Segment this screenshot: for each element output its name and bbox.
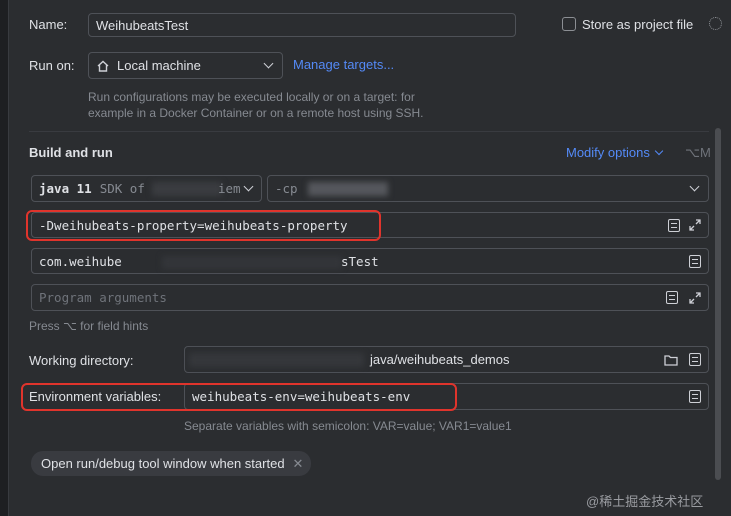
expand-text-icon[interactable]: [668, 219, 680, 232]
store-project-file-label[interactable]: Store as project file: [582, 17, 693, 32]
redacted-region: [162, 256, 342, 269]
chevron-down-icon: [654, 146, 664, 156]
home-icon: [97, 60, 109, 72]
working-directory-label: Working directory:: [29, 353, 134, 368]
classpath-select[interactable]: -cp: [267, 175, 709, 202]
expand-text-icon[interactable]: [666, 291, 678, 304]
expand-icon[interactable]: [689, 219, 701, 231]
environment-variables-hint: Separate variables with semicolon: VAR=v…: [184, 419, 512, 433]
close-icon[interactable]: ✕: [293, 456, 304, 472]
modify-options-label: Modify options: [566, 145, 650, 160]
name-label: Name:: [29, 17, 68, 32]
program-arguments-field[interactable]: Program arguments: [31, 284, 709, 311]
chevron-down-icon: [689, 181, 700, 192]
vertical-scrollbar[interactable]: [715, 128, 721, 480]
run-on-hint-line2: example in a Docker Container or on a re…: [88, 106, 424, 120]
run-on-value: Local machine: [117, 58, 201, 73]
expand-text-icon[interactable]: [689, 390, 701, 403]
left-panel-edge: [0, 0, 9, 516]
classpath-value: -cp: [275, 181, 298, 196]
run-on-select[interactable]: Local machine: [88, 52, 283, 79]
build-and-run-title: Build and run: [29, 145, 113, 160]
open-tool-window-chip[interactable]: Open run/debug tool window when started …: [31, 451, 312, 476]
main-class-value-end: sTest: [341, 254, 379, 269]
folder-icon[interactable]: [664, 354, 678, 366]
redacted-region: [189, 353, 364, 367]
manage-targets-link[interactable]: Manage targets...: [293, 57, 394, 72]
sdk-detail: SDK of: [99, 181, 145, 196]
chevron-down-icon: [243, 181, 254, 192]
field-hint: Press ⌥ for field hints: [29, 319, 149, 333]
environment-variables-highlight: [21, 383, 457, 411]
program-arguments-placeholder: Program arguments: [39, 290, 167, 305]
modify-options-shortcut: ⌥M: [685, 145, 711, 160]
expand-icon[interactable]: [689, 292, 701, 304]
sdk-value: java 11: [39, 181, 92, 196]
expand-text-icon[interactable]: [689, 353, 701, 366]
working-directory-field[interactable]: java/weihubeats_demos: [184, 346, 709, 373]
run-on-label: Run on:: [29, 58, 75, 73]
name-field[interactable]: WeihubeatsTest: [88, 13, 516, 37]
vm-options-highlight: [26, 210, 381, 241]
open-tool-window-label: Open run/debug tool window when started: [41, 456, 285, 471]
sdk-select[interactable]: java 11 SDK of iem: [31, 175, 262, 202]
redacted-region: [152, 182, 222, 196]
modify-options-button[interactable]: Modify options: [566, 145, 664, 160]
watermark: @稀土掘金技术社区: [586, 494, 704, 509]
expand-text-icon[interactable]: [689, 255, 701, 268]
redacted-region: [308, 182, 388, 196]
run-on-hint-line1: Run configurations may be executed local…: [88, 90, 415, 104]
main-class-value-start: com.weihube: [39, 253, 122, 269]
name-value: WeihubeatsTest: [96, 17, 189, 33]
sdk-detail-tail: iem: [218, 181, 241, 196]
working-directory-value: java/weihubeats_demos: [370, 352, 510, 367]
section-divider: [29, 131, 709, 132]
main-class-field[interactable]: com.weihube sTest: [31, 248, 709, 274]
store-project-file-checkbox[interactable]: [562, 17, 576, 31]
gear-icon[interactable]: [709, 17, 722, 30]
chevron-down-icon: [263, 58, 274, 69]
